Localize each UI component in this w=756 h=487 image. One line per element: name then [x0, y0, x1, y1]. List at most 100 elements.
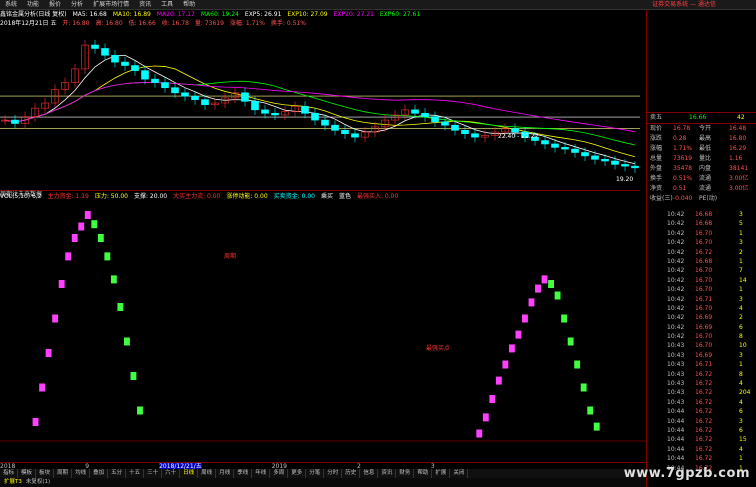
- tick-list[interactable]: 10:42 16.68 3 10:42 16.68 5 10:42 16.70 1 10:42 16…: [667, 210, 756, 473]
- tab-8[interactable]: 三十: [144, 469, 163, 478]
- menu-item-3[interactable]: 分析: [66, 0, 88, 9]
- quote-panel: 卖五 16.66 42 现价 16.78 今开 16.48 涨跌 0.28 最高 16.80 涨…: [646, 10, 756, 487]
- indicator-line: VOL(5,10) 6,2 主力资金: 1.19 压力: 50.00 支撑: 20.0…: [0, 192, 640, 202]
- candle-body: [541, 140, 549, 145]
- tab-18[interactable]: 分时: [324, 469, 343, 478]
- wave-block: [574, 360, 581, 369]
- menu-item-2[interactable]: 报价: [44, 0, 66, 9]
- tick-row: 10:43 16.72 204: [667, 389, 751, 397]
- sub-tag-1: 周期: [224, 253, 237, 260]
- sub-indicator-svg[interactable]: [0, 203, 646, 463]
- tab-9[interactable]: 六十: [162, 469, 181, 478]
- wave-block: [502, 360, 509, 369]
- tab-5[interactable]: 叠加: [90, 469, 109, 478]
- wave-block: [528, 298, 535, 307]
- tick-row: 10:42 16.68 1: [667, 257, 743, 265]
- tab-20[interactable]: 信息: [360, 469, 379, 478]
- candlestick-chart[interactable]: 22.40 - 22.22 19.20: [0, 28, 640, 190]
- ind-item: 买卖资金: 0.00: [273, 193, 315, 200]
- ind-item: 乘买: [320, 193, 333, 200]
- candle-body: [91, 44, 99, 49]
- candle-body: [161, 82, 169, 88]
- info1-item: EXP5: 26.91: [244, 11, 282, 18]
- candle-body: [141, 70, 149, 80]
- wave-block: [587, 406, 594, 415]
- tab-2[interactable]: 板块: [36, 469, 55, 478]
- tick-row: 10:42 16.70 1: [667, 286, 743, 294]
- info2-item: 高: 16.80: [95, 20, 123, 27]
- tab-0[interactable]: 指标: [0, 469, 19, 478]
- tab-21[interactable]: 资讯: [378, 469, 397, 478]
- candle-body: [611, 160, 619, 165]
- wave-block: [71, 234, 78, 242]
- candle-body: [311, 112, 319, 121]
- candle-body: [111, 54, 119, 63]
- tick-row: 10:44 16.72 1: [667, 455, 743, 463]
- ind-item: 涨停动能: 0.00: [226, 193, 268, 200]
- tick-row: 10:43 16.70 10: [667, 342, 747, 350]
- tab-11[interactable]: 周线: [198, 469, 217, 478]
- status-item: 未复权(1): [25, 479, 51, 485]
- tab-3[interactable]: 周期: [54, 469, 73, 478]
- tab-23[interactable]: 帮助: [414, 469, 433, 478]
- candle-body: [581, 152, 589, 157]
- candle-body: [341, 130, 349, 135]
- tab-25[interactable]: 关闭: [450, 469, 469, 478]
- tick-row: 10:42 16.68 3: [667, 211, 743, 218]
- orderbook-area: [647, 10, 756, 113]
- tab-1[interactable]: 模板: [18, 469, 37, 478]
- sub-indicator-chart[interactable]: 周期 最强买点: [0, 203, 646, 463]
- wave-block: [541, 275, 548, 284]
- menu-item-7[interactable]: 帮助: [178, 0, 200, 9]
- tab-22[interactable]: 财务: [396, 469, 415, 478]
- status-item: 扩展T3: [4, 479, 22, 485]
- info2-item: 量: 73619: [194, 20, 224, 27]
- ind-item: 支撑: 20.00: [133, 193, 168, 200]
- ind-item: 最强买入: 0.00: [357, 193, 399, 200]
- tab-17[interactable]: 分笔: [306, 469, 325, 478]
- candle-body: [131, 65, 139, 71]
- candle-body: [631, 165, 639, 169]
- wave-block: [561, 314, 568, 323]
- menu-item-0[interactable]: 系统: [0, 0, 22, 9]
- period-tab-bar: 指标 模板 板块 周期 均线 叠加 五分 十五 三十 六十 日线 周线 月线 季线 年线 多周 更多 分笔 分时 历史…: [0, 469, 646, 478]
- menu-item-4[interactable]: 扩展市场行情: [88, 0, 134, 9]
- tab-7[interactable]: 十五: [126, 469, 145, 478]
- wave-block: [97, 234, 104, 242]
- tick-row: 10:42 16.70 14: [667, 276, 747, 284]
- info1-item: EXP60: 27.61: [379, 11, 421, 18]
- wave-block: [78, 222, 85, 231]
- tick-row: 10:42 16.70 4: [667, 304, 743, 312]
- candle-body: [511, 128, 519, 133]
- tab-13[interactable]: 季线: [234, 469, 253, 478]
- tick-row: 10:44 16.72 6: [667, 408, 743, 416]
- candle-body: [591, 155, 599, 160]
- tick-row: 10:44 16.72 6: [667, 426, 743, 434]
- candle-body: [251, 101, 259, 111]
- tab-4[interactable]: 均线: [72, 469, 91, 478]
- tab-6[interactable]: 五分: [108, 469, 127, 478]
- tab-24[interactable]: 扩展: [432, 469, 451, 478]
- candle-body: [181, 92, 189, 97]
- candle-body: [11, 119, 19, 124]
- candle-body: [421, 112, 429, 117]
- tab-12[interactable]: 月线: [216, 469, 235, 478]
- candlestick-svg[interactable]: [0, 28, 640, 190]
- info1-item: EXP20: 27.21: [333, 11, 374, 18]
- candle-body: [271, 112, 279, 116]
- tab-10[interactable]: 日线: [180, 469, 199, 478]
- menu-item-5[interactable]: 资讯: [134, 0, 156, 9]
- menu-item-6[interactable]: 工具: [156, 0, 178, 9]
- tab-14[interactable]: 年线: [252, 469, 271, 478]
- ma-line-10: [4, 65, 636, 158]
- info1-item: MA10: 16.89: [112, 11, 151, 18]
- tab-16[interactable]: 更多: [288, 469, 307, 478]
- tab-15[interactable]: 多周: [270, 469, 289, 478]
- tick-row: 10:43 16.72 8: [667, 370, 743, 378]
- ma-line-40: [4, 82, 636, 133]
- wave-block: [65, 252, 72, 261]
- tab-19[interactable]: 历史: [342, 469, 361, 478]
- wave-block: [495, 376, 502, 385]
- ind-item: 压力: 50.00: [94, 193, 128, 200]
- menu-item-1[interactable]: 功能: [22, 0, 44, 9]
